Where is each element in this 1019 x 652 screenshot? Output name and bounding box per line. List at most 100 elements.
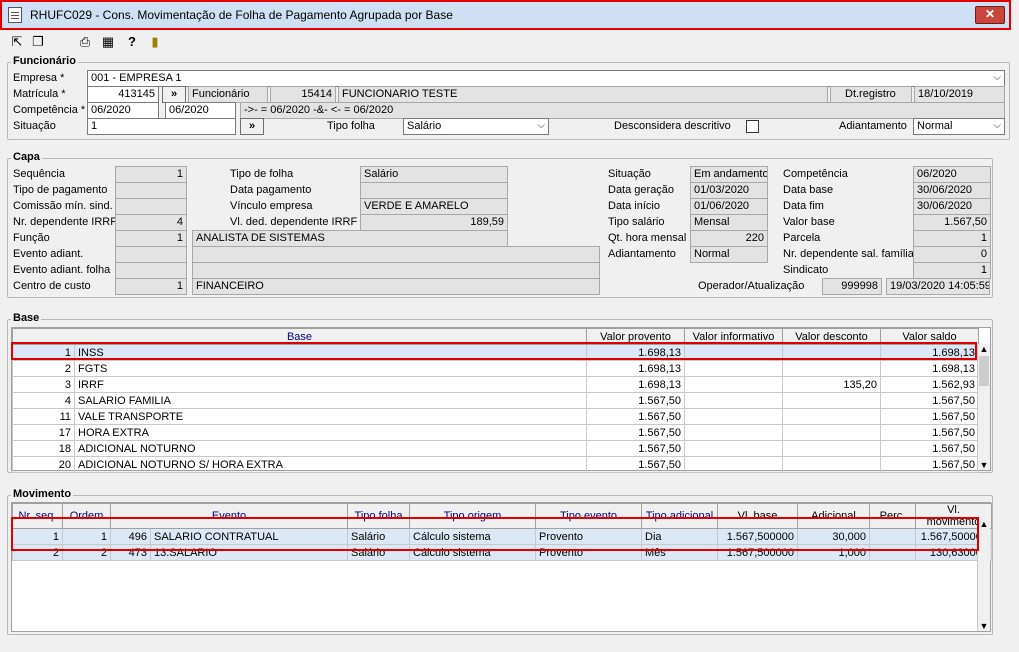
capa-adiantamento-value: Normal	[690, 246, 768, 263]
capa-situacao-value: Em andamento	[690, 166, 768, 183]
grid-icon[interactable]: ▦	[100, 34, 116, 50]
scroll-up-icon[interactable]: ▲	[978, 519, 990, 529]
chevron-down-icon: ⌵	[993, 72, 1001, 83]
adiantamento-value: Normal	[917, 120, 953, 132]
base-name: HORA EXTRA	[73, 424, 588, 441]
base-provento: 1.567,50	[586, 440, 686, 457]
vinculo-value: VERDE E AMARELO	[360, 198, 508, 215]
capa-competencia-value: 06/2020	[913, 166, 991, 183]
base-row[interactable]: 2 FGTS 1.698,13 1.698,13	[12, 360, 980, 377]
funcao-name: ANALISTA DE SISTEMAS	[192, 230, 508, 247]
base-provento: 1.567,50	[586, 408, 686, 425]
base-code: 11	[12, 408, 75, 425]
base-provento: 1.698,13	[586, 376, 686, 393]
dtregistro-label: Dt.registro	[830, 86, 912, 103]
evento-adiant-label: Evento adiant.	[13, 248, 84, 260]
centro-custo-label: Centro de custo	[13, 280, 91, 292]
sequencia-value: 1	[115, 166, 187, 183]
base-saldo: 1.567,50	[880, 424, 980, 441]
scroll-down-icon[interactable]: ▼	[978, 460, 990, 470]
base-scrollbar[interactable]: ▲ ▼	[977, 344, 990, 470]
base-name: ADICIONAL NOTURNO S/ HORA EXTRA	[73, 456, 588, 473]
situacao-input[interactable]: 1	[87, 118, 236, 135]
base-desconto: 135,20	[782, 376, 882, 393]
base-provento: 1.567,50	[586, 392, 686, 409]
centro-custo-code: 1	[115, 278, 187, 295]
evento-adiant-folha-label: Evento adiant. folha	[13, 264, 111, 276]
base-code: 2	[12, 360, 75, 377]
window-title: RHUFC029 - Cons. Movimentação de Folha d…	[30, 8, 453, 22]
centro-custo-name: FINANCEIRO	[192, 278, 600, 295]
competencia-to-input[interactable]: 06/2020	[165, 102, 236, 119]
funcionario-name: FUNCIONARIO TESTE	[338, 86, 828, 103]
scroll-thumb[interactable]	[979, 356, 989, 386]
base-name: ADICIONAL NOTURNO	[73, 440, 588, 457]
adiantamento-select[interactable]: Normal ⌵	[913, 118, 1005, 135]
base-row[interactable]: 11 VALE TRANSPORTE 1.567,50 1.567,50	[12, 408, 980, 425]
adiantamento-label: Adiantamento	[839, 120, 907, 132]
desconsidera-checkbox[interactable]	[746, 120, 759, 133]
nr-dep-sal-label: Nr. dependente sal. família	[783, 248, 914, 260]
print-icon[interactable]: ⎙	[77, 34, 93, 50]
situacao-lookup-button[interactable]: »	[240, 118, 264, 135]
base-row[interactable]: 3 IRRF 1.698,13 135,20 1.562,93	[12, 376, 980, 393]
scroll-up-icon[interactable]: ▲	[978, 344, 990, 354]
situacao-label: Situação	[13, 120, 56, 132]
base-name: FGTS	[73, 360, 588, 377]
base-informativo	[684, 392, 784, 409]
base-name: IRRF	[73, 376, 588, 393]
evento-adiant-folha-code	[115, 262, 187, 279]
qt-hora-label: Qt. hora mensal	[608, 232, 687, 244]
valor-base-value: 1.567,50	[913, 214, 991, 231]
movimento-rows-highlight	[11, 517, 979, 551]
data-inicio-value: 01/06/2020	[690, 198, 768, 215]
close-button[interactable]: ✕	[975, 6, 1005, 24]
empresa-select[interactable]: 001 - EMPRESA 1 ⌵	[87, 70, 1005, 87]
exit-icon[interactable]: ▮	[147, 34, 163, 50]
base-name: SALARIO FAMILIA	[73, 392, 588, 409]
base-saldo: 1.567,50	[880, 408, 980, 425]
base-row[interactable]: 17 HORA EXTRA 1.567,50 1.567,50	[12, 424, 980, 441]
scroll-down-icon[interactable]: ▼	[978, 621, 990, 631]
dtregistro-value: 18/10/2019	[914, 86, 1005, 103]
base-informativo	[684, 440, 784, 457]
base-row[interactable]: 18 ADICIONAL NOTURNO 1.567,50 1.567,50	[12, 440, 980, 457]
base-title: Base	[11, 312, 42, 324]
comissao-label: Comissão mín. sind.	[13, 200, 113, 212]
base-code: 3	[12, 376, 75, 393]
base-desconto	[782, 424, 882, 441]
qt-hora-value: 220	[690, 230, 768, 247]
movimento-title: Movimento	[11, 488, 74, 500]
data-pagamento-label: Data pagamento	[230, 184, 312, 196]
matricula-lookup-button[interactable]: »	[162, 86, 186, 103]
copy-icon[interactable]: ❐	[30, 34, 46, 50]
base-provento: 1.698,13	[586, 360, 686, 377]
comissao-value	[115, 198, 187, 215]
help-icon[interactable]: ?	[124, 34, 140, 50]
empresa-value: 001 - EMPRESA 1	[91, 72, 182, 84]
tipo-folha-select[interactable]: Salário ⌵	[403, 118, 549, 135]
vinculo-label: Vínculo empresa	[230, 200, 313, 212]
base-desconto	[782, 440, 882, 457]
capa-adiantamento-label: Adiantamento	[608, 248, 676, 260]
base-provento: 1.567,50	[586, 424, 686, 441]
funcionario-code: 15414	[270, 86, 336, 103]
parcela-label: Parcela	[783, 232, 821, 244]
base-row[interactable]: 20 ADICIONAL NOTURNO S/ HORA EXTRA 1.567,5…	[12, 456, 980, 473]
base-row[interactable]: 4 SALARIO FAMILIA 1.567,50 1.567,50	[12, 392, 980, 409]
matricula-input[interactable]: 413145	[87, 86, 159, 103]
competencia-from-input[interactable]: 06/2020	[87, 102, 159, 119]
nr-dep-sal-value: 0	[913, 246, 991, 263]
matricula-label: Matrícula *	[13, 88, 66, 100]
first-icon[interactable]: ⇱	[9, 34, 25, 50]
base-informativo	[684, 360, 784, 377]
capa-situacao-label: Situação	[608, 168, 651, 180]
evento-adiant-name	[192, 246, 600, 263]
base-informativo	[684, 456, 784, 473]
operador-value: 999998	[822, 278, 882, 295]
empresa-label: Empresa *	[13, 72, 65, 84]
base-desconto	[782, 408, 882, 425]
funcionario-label: Funcionário	[188, 86, 268, 103]
nr-dep-irrf-label: Nr. dependente IRRF	[13, 216, 117, 228]
chevron-down-icon: ⌵	[993, 120, 1001, 131]
